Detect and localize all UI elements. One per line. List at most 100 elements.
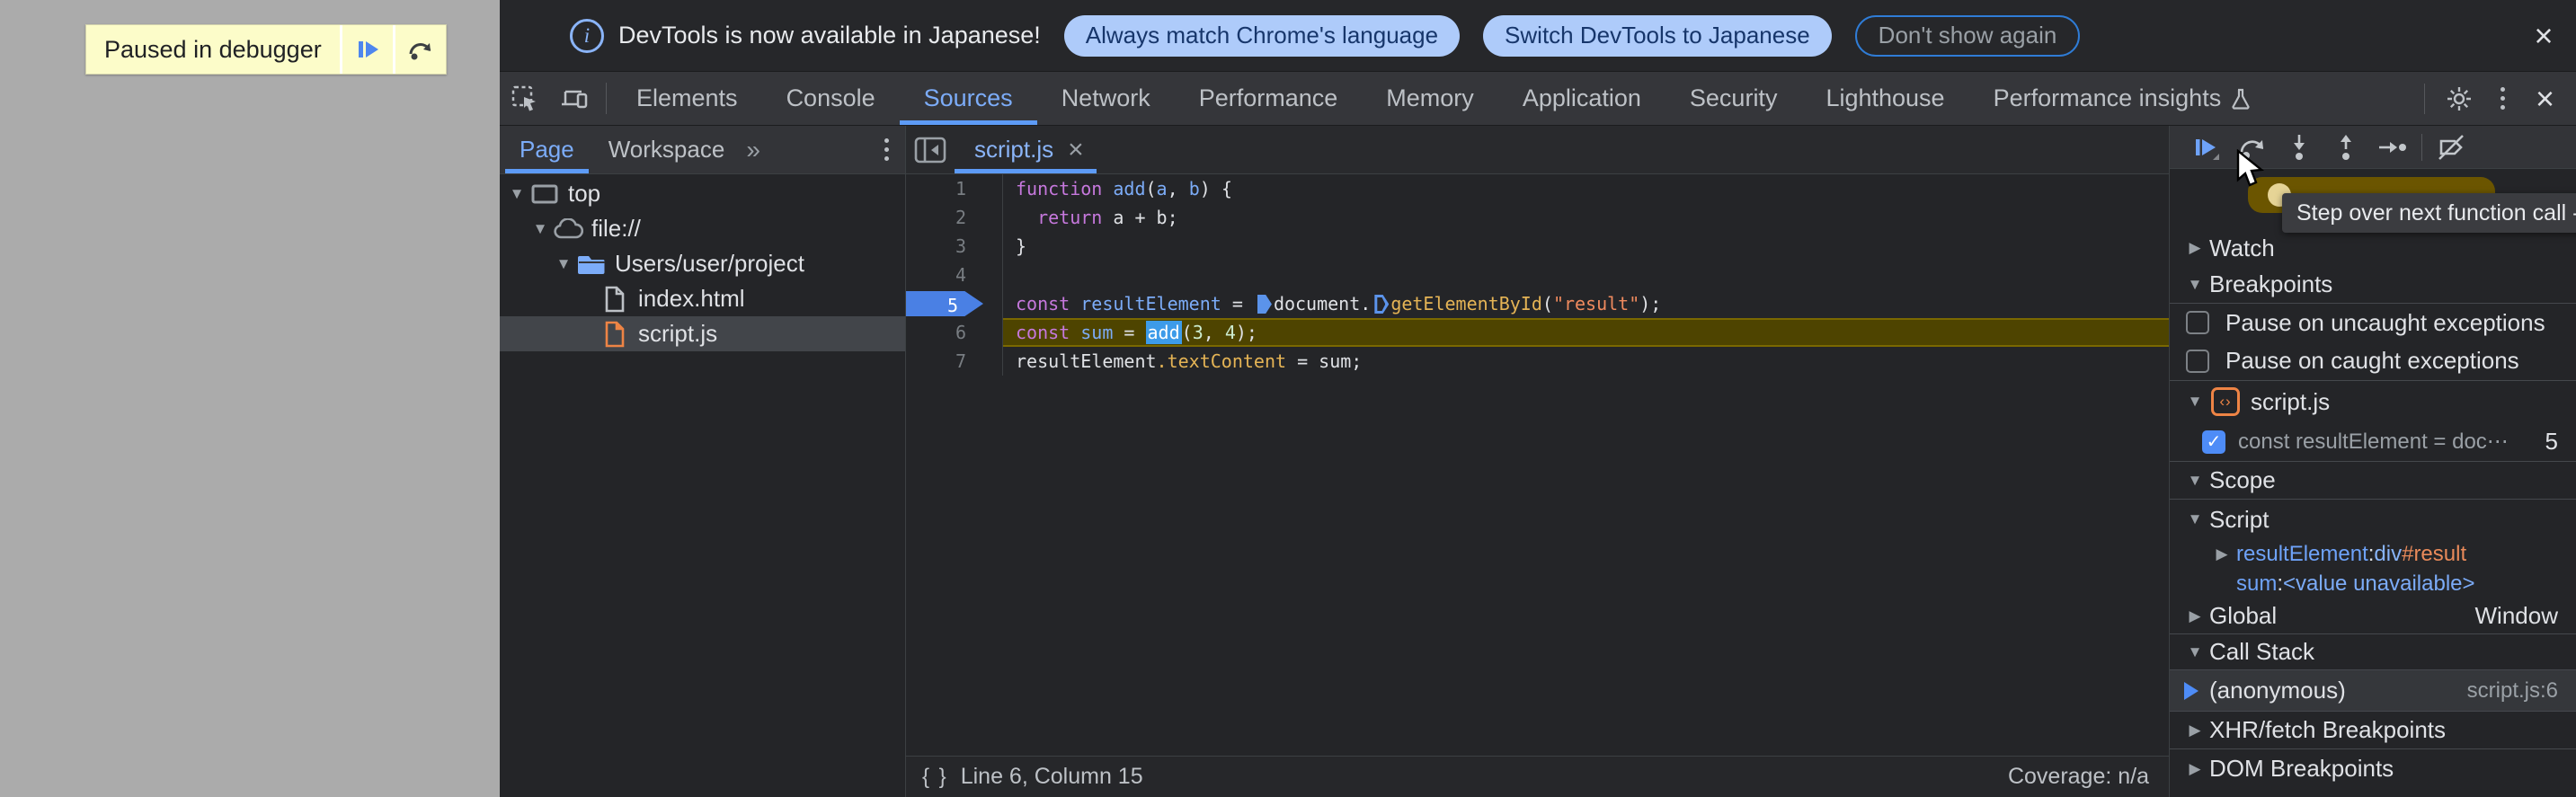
expander-right-icon[interactable]: ▶ [2181, 760, 2209, 778]
tab-performance[interactable]: Performance [1175, 72, 1363, 125]
breakpoint-file-group[interactable]: ▼ ‹› script.js [2170, 381, 2576, 422]
tree-item-project-folder[interactable]: ▼ Users/user/project [500, 246, 905, 281]
settings-button[interactable] [2434, 85, 2484, 112]
line-number[interactable]: 4 [906, 261, 1003, 289]
pretty-print-button[interactable]: { } [922, 765, 948, 790]
editor-tab-close-icon[interactable]: × [1068, 135, 1084, 165]
tab-workspace[interactable]: Workspace [594, 126, 740, 173]
dont-show-again-button[interactable]: Don't show again [1854, 14, 2081, 57]
pause-caught-checkbox[interactable] [2186, 349, 2209, 373]
expander-down-icon[interactable]: ▼ [552, 255, 575, 273]
line-number[interactable]: 3 [906, 232, 1003, 261]
code-line-3[interactable]: 3} [906, 232, 2169, 261]
tree-item-top[interactable]: ▼ top [500, 176, 905, 211]
xhr-breakpoints-header[interactable]: ▶ XHR/fetch Breakpoints [2170, 712, 2576, 749]
step-over-banner-button[interactable] [392, 25, 446, 74]
watch-section-header[interactable]: ▶ Watch [2170, 230, 2576, 266]
breakpoints-section-header[interactable]: ▼ Breakpoints [2170, 266, 2576, 304]
editor-tab-script-js[interactable]: script.js × [955, 126, 1097, 173]
paused-in-debugger-banner: Paused in debugger [85, 24, 447, 75]
code-editor[interactable]: 1 function add(a, b) {2 return a + b; 3} 4 5… [906, 174, 2169, 756]
pause-uncaught-row[interactable]: Pause on uncaught exceptions [2170, 304, 2576, 341]
resume-script-button[interactable] [339, 25, 393, 74]
code-text[interactable]: } [1003, 232, 2169, 261]
toggle-navigator-button[interactable] [906, 126, 955, 173]
line-number[interactable]: 7 [906, 347, 1003, 376]
tab-security[interactable]: Security [1666, 72, 1802, 125]
inline-breakpoint-marker-icon[interactable] [1257, 295, 1272, 314]
expander-down-icon[interactable]: ▼ [505, 185, 529, 203]
expander-right-icon[interactable]: ▶ [2181, 239, 2209, 257]
scope-prop-sum[interactable]: sum: <value unavailable> [2170, 570, 2576, 598]
tab-application[interactable]: Application [1498, 72, 1666, 125]
breakpoints-label: Breakpoints [2209, 270, 2333, 297]
expander-down-icon[interactable]: ▼ [529, 220, 552, 238]
breakpoint-snippet: const resultElement = doc⋯ [2238, 429, 2509, 454]
line-number[interactable]: 6 [906, 318, 1003, 347]
tab-console[interactable]: Console [762, 72, 900, 125]
line-number[interactable]: 1 [906, 174, 1003, 203]
inline-breakpoint-marker-icon[interactable] [1374, 295, 1390, 314]
expander-down-icon[interactable]: ▼ [2181, 393, 2209, 411]
step-out-button[interactable] [2323, 126, 2369, 168]
match-chrome-language-button[interactable]: Always match Chrome's language [1063, 14, 1461, 57]
code-line-1[interactable]: 1 function add(a, b) { [906, 174, 2169, 203]
callstack-frame-row[interactable]: (anonymous) script.js:6 [2170, 670, 2576, 712]
code-line-2[interactable]: 2 return a + b; [906, 203, 2169, 232]
line-number[interactable]: 2 [906, 203, 1003, 232]
tree-item-index-html[interactable]: index.html [500, 281, 905, 316]
dom-breakpoints-header[interactable]: ▶ DOM Breakpoints [2170, 749, 2576, 788]
tree-item-script-js[interactable]: script.js [500, 316, 905, 351]
more-options-button[interactable] [2484, 87, 2521, 110]
callstack-section-header[interactable]: ▼ Call Stack [2170, 634, 2576, 670]
expander-down-icon[interactable]: ▼ [2181, 276, 2209, 294]
file-tree: ▼ top ▼ file:// ▼ Users/user/project ind… [500, 174, 905, 351]
toolbar-right-controls: × [2415, 72, 2569, 125]
tab-performance-insights[interactable]: Performance insights [1969, 72, 2277, 125]
expander-right-icon[interactable]: ▶ [2181, 722, 2209, 739]
breakpoint-flag[interactable]: 5 [906, 291, 983, 316]
tab-lighthouse[interactable]: Lighthouse [1801, 72, 1968, 125]
expander-down-icon[interactable]: ▼ [2181, 643, 2209, 661]
breakpoint-line-number[interactable]: 5 [906, 289, 1003, 318]
inspect-element-button[interactable] [500, 72, 550, 125]
code-text[interactable]: resultElement.textContent = sum; [1003, 347, 2169, 376]
expander-down-icon[interactable]: ▼ [2181, 472, 2209, 490]
code-line-5[interactable]: 5 const resultElement = document. getEleme… [906, 289, 2169, 318]
code-text[interactable]: const sum = add (3, 4); [1003, 318, 2169, 347]
resume-script-execution-button[interactable] [2182, 126, 2229, 168]
breakpoint-entry-row[interactable]: ✓ const resultElement = doc⋯ 5 [2170, 422, 2576, 462]
code-line-6[interactable]: 6 const sum = add (3, 4); [906, 318, 2169, 347]
device-toolbar-button[interactable] [550, 72, 600, 125]
scope-section-header[interactable]: ▼ Scope [2170, 462, 2576, 500]
code-text[interactable]: return a + b; [1003, 203, 2169, 232]
code-text[interactable]: const resultElement = document. getElemen… [1003, 289, 2169, 318]
scope-script-row[interactable]: ▼ Script [2170, 500, 2576, 539]
tab-elements[interactable]: Elements [612, 72, 762, 125]
tab-page[interactable]: Page [505, 126, 589, 173]
step-into-button[interactable] [2276, 126, 2323, 168]
code-text[interactable]: function add(a, b) { [1003, 174, 2169, 203]
more-tabs-chevron[interactable]: » [739, 136, 769, 164]
devtools-close-button[interactable]: × [2521, 80, 2569, 118]
scope-global-row[interactable]: ▶ Global Window [2170, 598, 2576, 634]
expander-down-icon[interactable]: ▼ [2181, 510, 2209, 528]
expander-right-icon[interactable]: ▶ [2181, 607, 2209, 625]
code-line-4[interactable]: 4 [906, 261, 2169, 289]
switch-devtools-japanese-button[interactable]: Switch DevTools to Japanese [1483, 14, 1832, 57]
expander-right-icon[interactable]: ▶ [2207, 545, 2236, 563]
code-line-7[interactable]: 7 resultElement.textContent = sum; [906, 347, 2169, 376]
breakpoint-checkbox[interactable]: ✓ [2202, 429, 2225, 454]
code-text[interactable] [1003, 261, 2169, 289]
scope-prop-resultelement[interactable]: ▶ resultElement: div #result [2170, 539, 2576, 570]
tab-memory[interactable]: Memory [1362, 72, 1498, 125]
deactivate-breakpoints-button[interactable] [2428, 126, 2474, 168]
tab-sources[interactable]: Sources [900, 72, 1037, 125]
tree-item-file-protocol[interactable]: ▼ file:// [500, 211, 905, 246]
step-button[interactable] [2369, 126, 2416, 168]
tab-network[interactable]: Network [1037, 72, 1175, 125]
pause-caught-row[interactable]: Pause on caught exceptions [2170, 341, 2576, 381]
infobar-close-icon[interactable]: × [2524, 16, 2563, 56]
pause-uncaught-checkbox[interactable] [2186, 311, 2209, 334]
navigator-more-options-button[interactable] [868, 138, 905, 161]
